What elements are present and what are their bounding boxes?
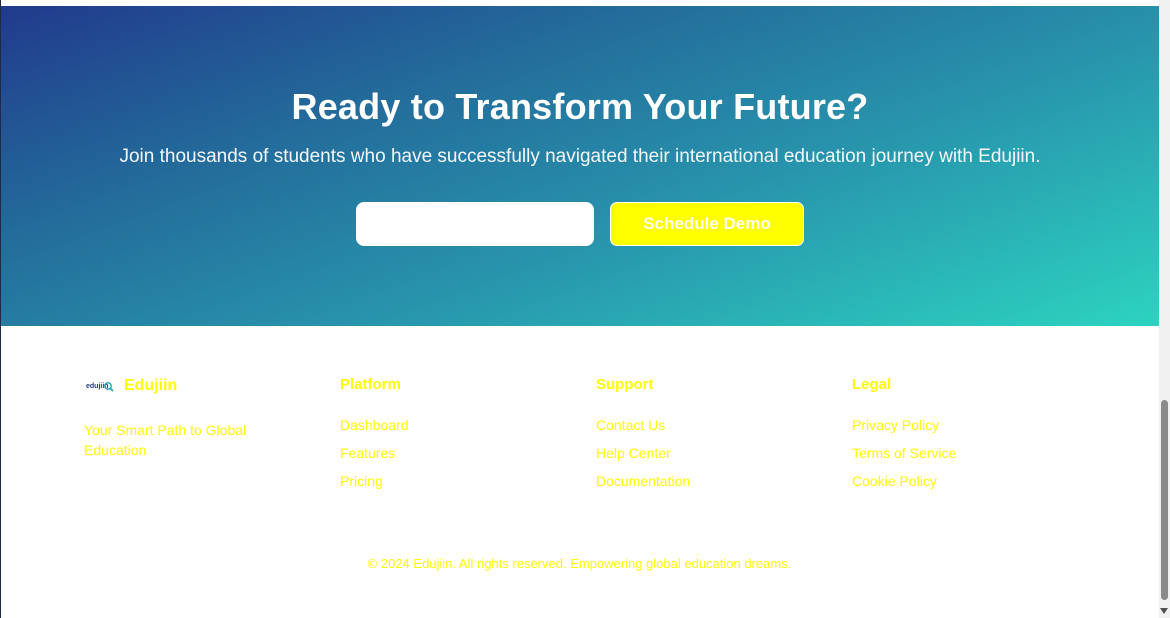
brand-name: Edujiin	[124, 377, 178, 394]
edujiin-logo-icon: edujiin	[84, 374, 116, 398]
brand-row[interactable]: edujiin Edujiin	[84, 374, 274, 398]
footer-link-dashboard[interactable]: Dashboard	[340, 411, 409, 439]
footer-link-terms-of-service[interactable]: Terms of Service	[852, 439, 956, 467]
footer-column-support: Support Contact Us Help Center Documenta…	[596, 376, 690, 495]
chevron-down-icon[interactable]	[1160, 608, 1168, 614]
footer-column-platform: Platform Dashboard Features Pricing	[340, 376, 409, 495]
footer-brand: edujiin Edujiin Your Smart Path to Globa…	[84, 374, 274, 460]
footer-column-legal: Legal Privacy Policy Terms of Service Co…	[852, 376, 956, 495]
footer-link-privacy-policy[interactable]: Privacy Policy	[852, 411, 956, 439]
footer-link-cookie-policy[interactable]: Cookie Policy	[852, 467, 956, 495]
schedule-demo-button[interactable]: Schedule Demo	[610, 202, 804, 246]
footer-link-contact-us[interactable]: Contact Us	[596, 411, 690, 439]
footer-link-pricing[interactable]: Pricing	[340, 467, 409, 495]
cta-subtitle: Join thousands of students who have succ…	[119, 146, 1041, 167]
page: Ready to Transform Your Future? Join tho…	[0, 0, 1159, 618]
copyright-text: © 2024 Edujiin. All rights reserved. Emp…	[367, 556, 792, 571]
footer-column-title: Support	[596, 376, 654, 393]
vertical-scrollbar[interactable]	[1159, 0, 1170, 618]
scrollbar-thumb[interactable]	[1161, 400, 1168, 600]
footer: edujiin Edujiin Your Smart Path to Globa…	[0, 326, 1159, 618]
footer-link-documentation[interactable]: Documentation	[596, 467, 690, 495]
cta-title: Ready to Transform Your Future?	[291, 86, 869, 127]
footer-column-title: Platform	[340, 376, 401, 393]
cta-section: Ready to Transform Your Future? Join tho…	[1, 6, 1159, 326]
email-input[interactable]	[356, 202, 594, 246]
footer-column-title: Legal	[852, 376, 892, 393]
footer-link-features[interactable]: Features	[340, 439, 409, 467]
footer-link-help-center[interactable]: Help Center	[596, 439, 690, 467]
brand-tagline: Your Smart Path to Global Education	[84, 422, 247, 458]
